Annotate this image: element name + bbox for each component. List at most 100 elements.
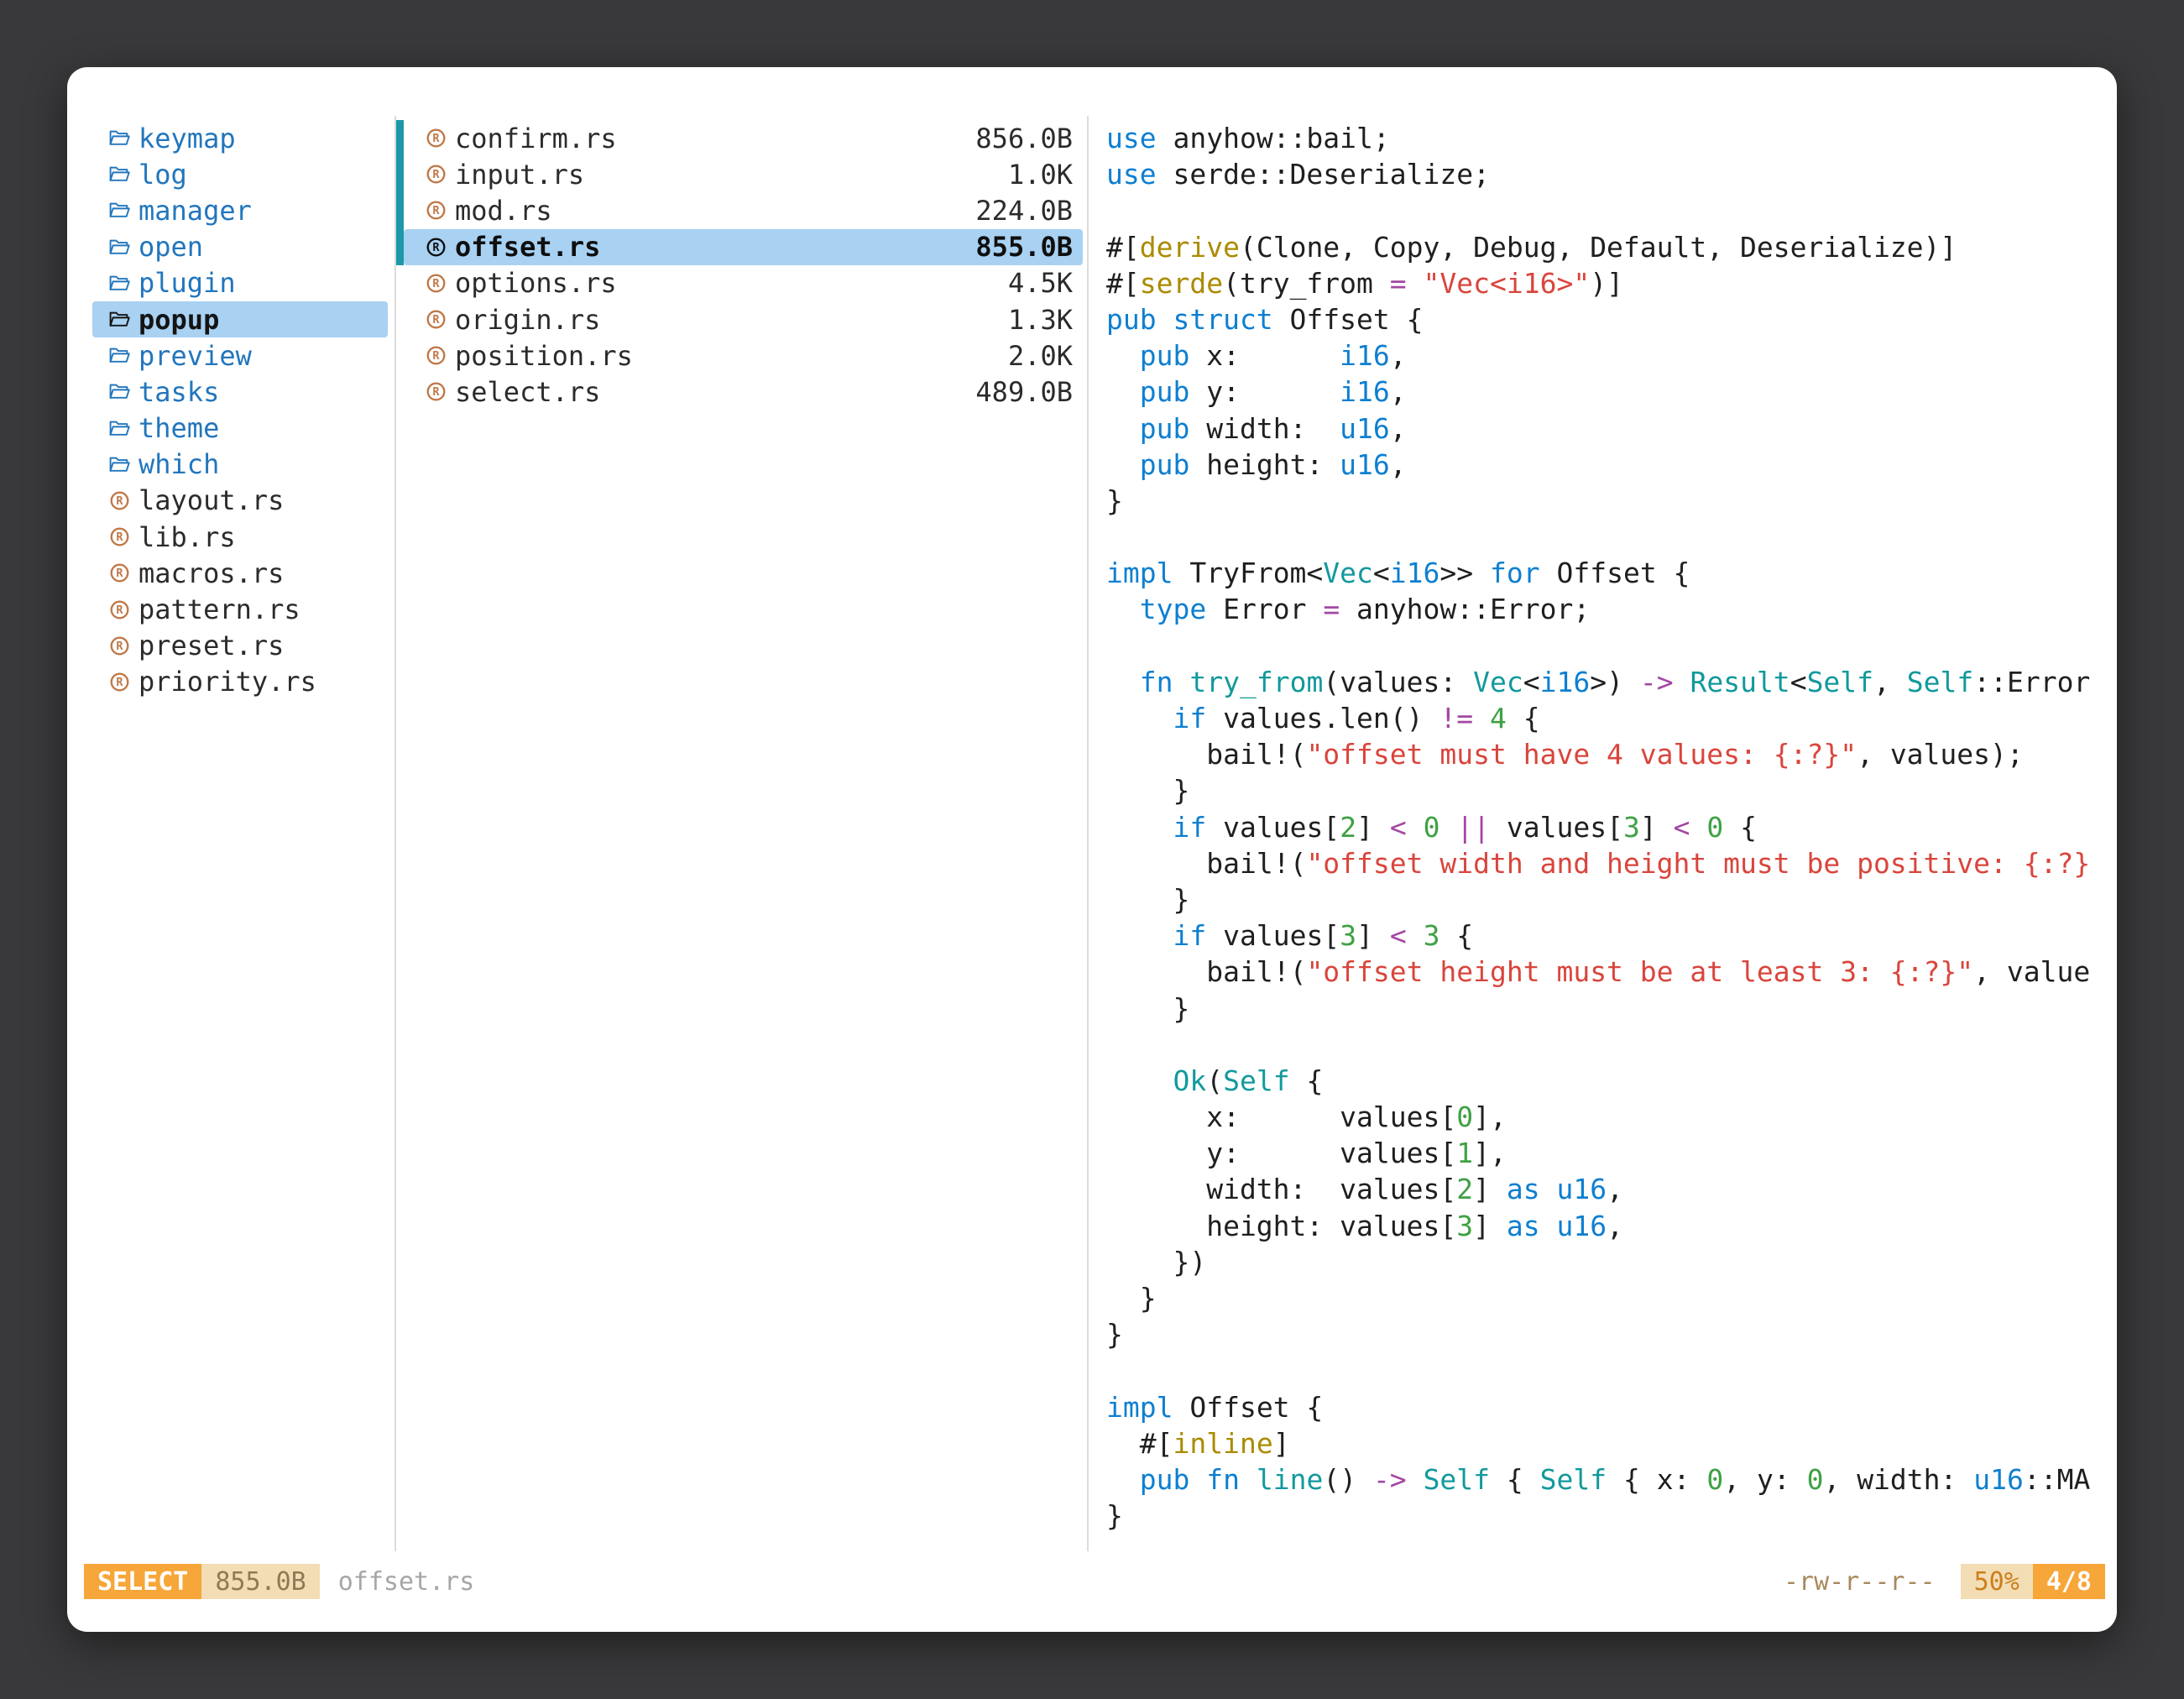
code-line: pub struct Offset { xyxy=(1106,301,2117,337)
mode-badge: SELECT xyxy=(84,1564,201,1599)
item-name: input.rs xyxy=(455,159,584,191)
file-manager-window: keymaplogmanager openpluginpopuppreviewta… xyxy=(67,67,2117,1632)
code-line: if values.len() != 4 { xyxy=(1106,700,2117,736)
item-name: preset.rs xyxy=(138,630,284,661)
item-size: 4.5K xyxy=(1008,267,1073,299)
item-size: 1.3K xyxy=(1008,304,1073,336)
folder-open-icon xyxy=(108,380,131,403)
code-line xyxy=(1106,192,2117,228)
code-line: impl Offset { xyxy=(1106,1389,2117,1425)
svg-text:R: R xyxy=(432,169,440,182)
file-item-confirm-rs[interactable]: Rconfirm.rs856.0B xyxy=(404,120,1083,156)
parent-item-pattern-rs[interactable]: Rpattern.rs xyxy=(92,591,388,627)
code-line: type Error = anyhow::Error; xyxy=(1106,591,2117,627)
folder-open-icon xyxy=(108,127,131,149)
svg-text:R: R xyxy=(432,205,440,218)
item-name: priority.rs xyxy=(138,666,316,698)
code-line: y: values[1], xyxy=(1106,1135,2117,1171)
code-line xyxy=(1106,1352,2117,1388)
file-item-position-rs[interactable]: Rposition.rs2.0K xyxy=(404,337,1083,374)
code-line: }) xyxy=(1106,1244,2117,1280)
rust-file-icon: R xyxy=(108,671,131,693)
parent-item-log[interactable]: log xyxy=(92,156,388,192)
status-bar: SELECT 855.0B offset.rs -rw-r--r-- 50% 4… xyxy=(67,1551,2117,1632)
parent-item-which[interactable]: which xyxy=(92,447,388,483)
code-line: } xyxy=(1106,772,2117,808)
list-scrollbar[interactable] xyxy=(394,120,404,265)
code-line: #[derive(Clone, Copy, Debug, Default, De… xyxy=(1106,229,2117,265)
item-name: keymap xyxy=(138,123,236,154)
file-item-offset-rs[interactable]: Roffset.rs855.0B xyxy=(404,229,1083,265)
code-line: } xyxy=(1106,483,2117,519)
parent-item-manager[interactable]: manager xyxy=(92,192,388,228)
file-item-input-rs[interactable]: Rinput.rs 1.0K xyxy=(404,156,1083,192)
code-line: if values[3] < 3 { xyxy=(1106,917,2117,954)
folder-open-icon xyxy=(108,453,131,476)
item-name: origin.rs xyxy=(455,304,600,336)
parent-item-layout-rs[interactable]: Rlayout.rs xyxy=(92,483,388,519)
parent-item-priority-rs[interactable]: Rpriority.rs xyxy=(92,664,388,700)
item-name: manager xyxy=(138,195,252,227)
code-line: width: values[2] as u16, xyxy=(1106,1171,2117,1207)
rust-file-icon: R xyxy=(425,199,447,222)
item-name: layout.rs xyxy=(138,484,284,516)
item-name: tasks xyxy=(138,376,219,408)
item-name: pattern.rs xyxy=(138,593,300,625)
scroll-percent-badge: 50% xyxy=(1961,1564,2033,1599)
parent-item-macros-rs[interactable]: Rmacros.rs xyxy=(92,555,388,591)
parent-item-preview[interactable]: preview xyxy=(92,337,388,374)
folder-open-icon xyxy=(108,344,131,367)
rust-file-icon: R xyxy=(425,380,447,403)
item-size: 1.0K xyxy=(1008,159,1073,191)
rust-file-icon: R xyxy=(425,236,447,259)
file-preview-pane: use anyhow::bail;use serde::Deserialize;… xyxy=(1089,116,2117,1551)
svg-text:R: R xyxy=(432,386,440,400)
code-line xyxy=(1106,628,2117,664)
status-filename: offset.rs xyxy=(338,1567,475,1597)
svg-text:R: R xyxy=(116,640,123,653)
rust-file-icon: R xyxy=(108,635,131,657)
svg-text:R: R xyxy=(432,132,440,145)
item-name: open xyxy=(138,231,203,263)
file-item-options-rs[interactable]: Roptions.rs 4.5K xyxy=(404,265,1083,301)
panes-container: keymaplogmanager openpluginpopuppreviewta… xyxy=(67,116,2117,1551)
parent-item-plugin[interactable]: plugin xyxy=(92,265,388,301)
file-item-origin-rs[interactable]: Rorigin.rs 1.3K xyxy=(404,301,1083,337)
code-line: height: values[3] as u16, xyxy=(1106,1208,2117,1244)
code-line: pub y: i16, xyxy=(1106,374,2117,410)
item-size: 489.0B xyxy=(975,376,1073,408)
svg-text:R: R xyxy=(116,567,123,581)
folder-open-icon xyxy=(108,308,131,331)
code-line: Ok(Self { xyxy=(1106,1063,2117,1099)
rust-file-icon: R xyxy=(425,272,447,295)
parent-item-keymap[interactable]: keymap xyxy=(92,120,388,156)
rust-file-icon: R xyxy=(425,308,447,331)
parent-directory-pane: keymaplogmanager openpluginpopuppreviewta… xyxy=(67,116,394,1551)
code-line: bail!("offset must have 4 values: {:?}",… xyxy=(1106,736,2117,772)
cursor-position-badge: 4/8 xyxy=(2033,1564,2105,1599)
parent-item-open[interactable]: open xyxy=(92,229,388,265)
parent-item-theme[interactable]: theme xyxy=(92,410,388,447)
file-item-select-rs[interactable]: Rselect.rs489.0B xyxy=(404,374,1083,410)
parent-item-lib-rs[interactable]: Rlib.rs xyxy=(92,519,388,555)
code-line: #[serde(try_from = "Vec<i16>")] xyxy=(1106,265,2117,301)
rust-file-icon: R xyxy=(108,489,131,512)
code-line: } xyxy=(1106,881,2117,917)
code-line: x: values[0], xyxy=(1106,1099,2117,1135)
file-size-badge: 855.0B xyxy=(201,1564,319,1599)
rust-file-icon: R xyxy=(425,163,447,186)
code-line: use anyhow::bail; xyxy=(1106,120,2117,156)
svg-text:R: R xyxy=(116,676,123,689)
file-item-mod-rs[interactable]: Rmod.rs224.0B xyxy=(404,192,1083,228)
code-line: pub x: i16, xyxy=(1106,337,2117,374)
code-line: } xyxy=(1106,1498,2117,1534)
parent-item-popup[interactable]: popup xyxy=(92,301,388,337)
code-line: if values[2] < 0 || values[3] < 0 { xyxy=(1106,809,2117,845)
status-bar-left: SELECT 855.0B offset.rs xyxy=(84,1564,474,1599)
item-name: offset.rs xyxy=(455,231,600,263)
svg-text:R: R xyxy=(432,313,440,327)
parent-item-tasks[interactable]: tasks xyxy=(92,374,388,410)
parent-item-preset-rs[interactable]: Rpreset.rs xyxy=(92,628,388,664)
folder-open-icon xyxy=(108,417,131,440)
item-name: options.rs xyxy=(455,267,617,299)
